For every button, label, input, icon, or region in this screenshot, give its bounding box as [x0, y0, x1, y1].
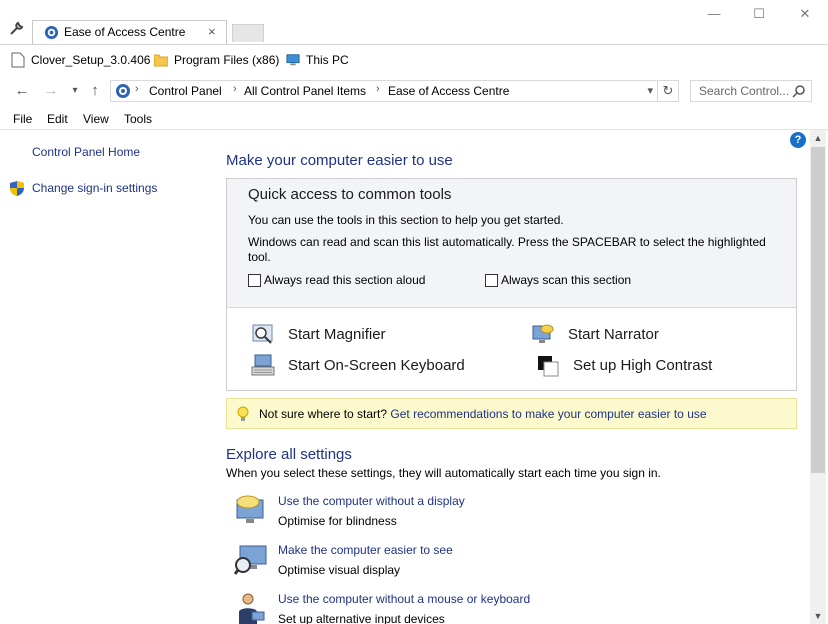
- quick-access-text: tool.: [248, 250, 271, 264]
- get-recommendations-link[interactable]: Get recommendations to make your compute…: [390, 407, 706, 421]
- help-icon[interactable]: ?: [790, 132, 806, 148]
- quick-access-header: Quick access to common tools You can use…: [227, 179, 796, 308]
- monitor-speech-icon: [236, 495, 264, 523]
- setting-description: Set up alternative input devices: [278, 612, 445, 624]
- chevron-right-icon: ›: [376, 83, 380, 95]
- recommendation-text: Not sure where to start? Get recommendat…: [259, 407, 707, 421]
- close-window-button[interactable]: ✕: [794, 6, 816, 24]
- minimize-button[interactable]: —: [703, 6, 725, 24]
- recommendation-prefix: Not sure where to start?: [259, 407, 391, 421]
- left-pane: Control Panel Home Change sign-in settin…: [0, 130, 210, 624]
- forward-arrow-icon[interactable]: →: [42, 82, 60, 100]
- quick-access-text: You can use the tools in this section to…: [248, 213, 564, 227]
- bookmark-label: This PC: [306, 53, 349, 67]
- setting-description: Optimise visual display: [278, 563, 401, 577]
- setting-description: Optimise for blindness: [278, 514, 397, 528]
- menu-tools[interactable]: Tools: [124, 112, 152, 126]
- change-signin-settings-link[interactable]: Change sign-in settings: [32, 181, 157, 195]
- file-icon: [11, 52, 25, 68]
- setting-link[interactable]: Use the computer without a mouse or keyb…: [278, 592, 530, 606]
- quick-access-panel: Quick access to common tools You can use…: [226, 178, 797, 391]
- menu-edit[interactable]: Edit: [47, 112, 68, 126]
- tab-close-icon[interactable]: ×: [208, 24, 216, 39]
- shield-icon: [10, 181, 24, 196]
- breadcrumb-control-panel[interactable]: Control Panel: [149, 84, 222, 98]
- high-contrast-icon: [538, 356, 559, 377]
- scrollbar-thumb[interactable]: [811, 147, 825, 473]
- new-tab-button[interactable]: [232, 24, 264, 42]
- explore-settings-title: Explore all settings: [226, 446, 352, 463]
- quick-access-title: Quick access to common tools: [248, 186, 452, 203]
- page-title: Make your computer easier to use: [226, 152, 453, 169]
- breadcrumb-ease-of-access[interactable]: Ease of Access Centre: [388, 84, 509, 98]
- checkbox-box[interactable]: [485, 274, 498, 287]
- search-icon[interactable]: [792, 84, 806, 98]
- setting-link[interactable]: Use the computer without a display: [278, 494, 465, 508]
- back-arrow-icon[interactable]: ←: [13, 82, 31, 100]
- scroll-up-icon[interactable]: ▲: [810, 130, 826, 146]
- tool-label: Start Magnifier: [288, 326, 386, 343]
- title-bar: Ease of Access Centre × — ☐ ✕: [0, 0, 828, 44]
- tab-ease-of-access[interactable]: Ease of Access Centre ×: [32, 20, 227, 44]
- checkbox-box[interactable]: [248, 274, 261, 287]
- setting-link[interactable]: Make the computer easier to see: [278, 543, 453, 557]
- address-dropdown-icon[interactable]: ▾: [647, 84, 653, 97]
- explore-settings-subtitle: When you select these settings, they wil…: [226, 466, 661, 480]
- refresh-button[interactable]: ↻: [657, 80, 679, 102]
- up-arrow-icon[interactable]: ↑: [86, 82, 104, 100]
- recommendation-banner: Not sure where to start? Get recommendat…: [226, 398, 797, 429]
- control-panel-home-link[interactable]: Control Panel Home: [32, 145, 140, 159]
- address-bar[interactable]: › Control Panel › All Control Panel Item…: [110, 80, 658, 102]
- address-row: ← → ▾ ↑ › Control Panel › All Control Pa…: [0, 74, 828, 108]
- tool-label: Start Narrator: [568, 326, 659, 343]
- menu-bar: File Edit View Tools: [0, 108, 828, 130]
- control-panel-icon: [44, 25, 59, 40]
- narrator-icon: [532, 324, 554, 343]
- main-content: Make your computer easier to use Quick a…: [210, 130, 810, 624]
- menu-file[interactable]: File: [13, 112, 32, 126]
- bookmark-label: Program Files (x86): [174, 53, 280, 67]
- lightbulb-icon: [237, 406, 249, 421]
- checkbox-label: Always read this section aloud: [264, 273, 426, 287]
- chevron-right-icon: ›: [233, 83, 237, 95]
- bookmarks-bar: Clover_Setup_3.0.406 Program Files (x86)…: [0, 44, 828, 74]
- keyboard-icon: [251, 354, 275, 376]
- vertical-scrollbar[interactable]: ▲ ▼: [810, 130, 826, 624]
- control-panel-icon: [116, 84, 130, 98]
- tab-title: Ease of Access Centre: [64, 25, 186, 39]
- search-placeholder: Search Control...: [699, 84, 790, 98]
- folder-icon: [154, 54, 168, 67]
- menu-view[interactable]: View: [83, 112, 109, 126]
- maximize-button[interactable]: ☐: [748, 6, 770, 24]
- tool-label: Set up High Contrast: [573, 357, 713, 374]
- chevron-right-icon: ›: [135, 83, 139, 95]
- quick-access-text: Windows can read and scan this list auto…: [248, 235, 766, 249]
- tool-label: Start On-Screen Keyboard: [288, 357, 465, 374]
- computer-icon: [286, 54, 300, 66]
- wrench-icon[interactable]: [8, 21, 24, 37]
- scroll-down-icon[interactable]: ▼: [810, 608, 826, 624]
- magnifier-icon: [252, 324, 273, 344]
- person-icon: [239, 593, 265, 624]
- bookmark-label: Clover_Setup_3.0.406: [31, 53, 151, 67]
- recent-pages-chevron-icon[interactable]: ▾: [66, 82, 84, 100]
- search-input[interactable]: Search Control...: [690, 80, 812, 102]
- checkbox-label: Always scan this section: [501, 273, 632, 287]
- monitor-magnifier-icon: [234, 545, 267, 575]
- breadcrumb-all-items[interactable]: All Control Panel Items: [244, 84, 366, 98]
